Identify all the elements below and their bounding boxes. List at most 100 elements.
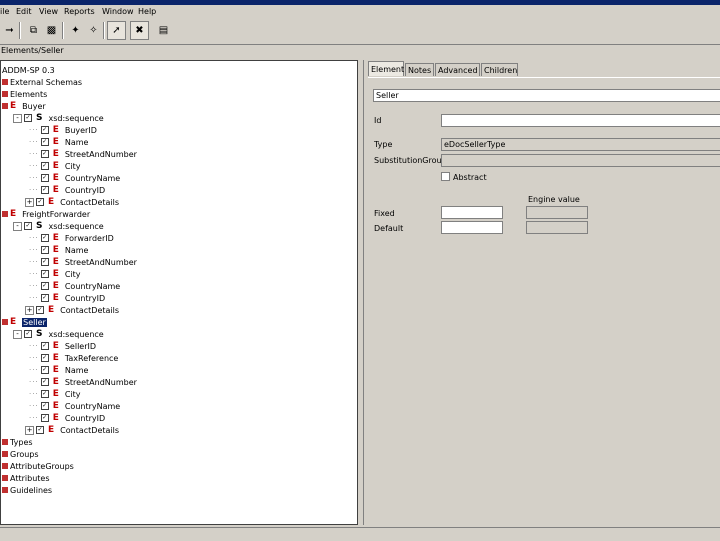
- wand-icon[interactable]: ✦: [66, 21, 85, 40]
- tree-child[interactable]: ··· ✓ E CountryName: [29, 400, 120, 412]
- expand-icon[interactable]: +: [25, 425, 34, 435]
- menu-reports[interactable]: Reports: [64, 7, 95, 16]
- menu-window[interactable]: Window: [102, 7, 134, 16]
- checkbox-icon[interactable]: ✓: [24, 114, 32, 122]
- menu-bar: ile Edit View Reports Window Help: [0, 5, 720, 19]
- pointer-icon[interactable]: ➚: [107, 21, 126, 40]
- tree-sequence[interactable]: - ✓ Sxsd:sequence: [13, 220, 104, 232]
- expand-icon[interactable]: +: [25, 197, 34, 207]
- checkbox-icon[interactable]: ✓: [40, 354, 49, 362]
- tree-child[interactable]: ··· ✓ E StreetAndNumber: [29, 148, 137, 160]
- tree-sequence[interactable]: - ✓ Sxsd:sequence: [13, 112, 104, 124]
- cross-icon[interactable]: ✖: [130, 21, 149, 40]
- type-label: Type: [374, 140, 393, 149]
- tree-child[interactable]: ··· ✓ E City: [29, 268, 81, 280]
- checkbox-icon[interactable]: ✓: [40, 366, 49, 374]
- tree-child[interactable]: ··· ✓ E City: [29, 160, 81, 172]
- tree-attribute-groups[interactable]: AttributeGroups: [2, 460, 74, 472]
- tree-guidelines[interactable]: Guidelines: [2, 484, 52, 496]
- tree-child[interactable]: ··· ✓ E CountryID: [29, 412, 105, 424]
- tree-child[interactable]: ··· ✓ E Name: [29, 136, 88, 148]
- tree-elements[interactable]: Elements: [2, 88, 47, 100]
- tree-child[interactable]: ··· ✓ E CountryID: [29, 184, 105, 196]
- menu-help[interactable]: Help: [138, 7, 156, 16]
- abstract-label: Abstract: [453, 173, 487, 182]
- checkbox-icon[interactable]: ✓: [40, 414, 49, 422]
- tree-child[interactable]: + ✓ E ContactDetails: [25, 304, 119, 316]
- tree-sequence[interactable]: - ✓ Sxsd:sequence: [13, 328, 104, 340]
- tree-child[interactable]: + ✓ E ContactDetails: [25, 424, 119, 436]
- tree-child[interactable]: ··· ✓ E CountryName: [29, 172, 120, 184]
- checkbox-icon[interactable]: ✓: [40, 342, 49, 350]
- default-field[interactable]: [441, 221, 503, 234]
- tree-element-freightforwarder[interactable]: E FreightForwarder: [2, 208, 90, 220]
- tree-element-seller[interactable]: E Seller: [2, 316, 47, 328]
- checkbox-icon[interactable]: ✓: [40, 282, 49, 290]
- tree-root[interactable]: ADDM-SP 0.3: [2, 64, 55, 76]
- tree-child[interactable]: ··· ✓ E CountryName: [29, 280, 120, 292]
- wand-alt-icon[interactable]: ✧: [84, 21, 103, 40]
- menu-view[interactable]: View: [39, 7, 58, 16]
- expand-icon[interactable]: [2, 319, 8, 325]
- checkbox-icon[interactable]: ✓: [40, 186, 49, 194]
- tree-child[interactable]: ··· ✓ E TaxReference: [29, 352, 118, 364]
- checkbox-icon[interactable]: ✓: [36, 426, 44, 434]
- collapse-icon[interactable]: -: [13, 113, 22, 123]
- paste-icon[interactable]: ▩: [42, 21, 61, 40]
- tree-groups[interactable]: Groups: [2, 448, 39, 460]
- id-field[interactable]: [441, 114, 720, 127]
- checkbox-icon[interactable]: ✓: [40, 234, 49, 242]
- schema-tree[interactable]: ADDM-SP 0.3 External Schemas Elements EB…: [0, 60, 358, 525]
- checkbox-icon[interactable]: ✓: [40, 162, 49, 170]
- type-field[interactable]: eDocSellerType: [441, 138, 720, 151]
- arrow-right-icon[interactable]: ➞: [0, 21, 19, 40]
- checkbox-icon[interactable]: ✓: [40, 246, 49, 254]
- collapse-icon[interactable]: -: [13, 221, 22, 231]
- tab-element[interactable]: Element: [368, 61, 404, 76]
- name-field[interactable]: Seller: [373, 89, 720, 102]
- tree-child[interactable]: ··· ✓ E SellerID: [29, 340, 96, 352]
- expand-icon[interactable]: [2, 103, 8, 109]
- properties-icon[interactable]: ▤: [154, 21, 173, 40]
- checkbox-icon[interactable]: ✓: [40, 270, 49, 278]
- checkbox-icon[interactable]: ✓: [36, 306, 44, 314]
- tree-external-schemas[interactable]: External Schemas: [2, 76, 82, 88]
- tree-child[interactable]: ··· ✓ E Name: [29, 364, 88, 376]
- tree-child[interactable]: ··· ✓ E CountryID: [29, 292, 105, 304]
- tree-child[interactable]: ··· ✓ E StreetAndNumber: [29, 256, 137, 268]
- checkbox-icon[interactable]: ✓: [40, 174, 49, 182]
- checkbox-icon[interactable]: ✓: [40, 378, 49, 386]
- substitution-group-field[interactable]: [441, 154, 720, 167]
- tree-child[interactable]: ··· ✓ E BuyerID: [29, 124, 97, 136]
- expand-icon[interactable]: [2, 211, 8, 217]
- checkbox-icon[interactable]: ✓: [40, 390, 49, 398]
- tree-child[interactable]: ··· ✓ E City: [29, 388, 81, 400]
- checkbox-icon[interactable]: ✓: [24, 330, 32, 338]
- checkbox-icon[interactable]: ✓: [40, 258, 49, 266]
- copy-icon[interactable]: ⧉: [24, 21, 43, 40]
- tree-types[interactable]: Types: [2, 436, 33, 448]
- checkbox-icon[interactable]: ✓: [40, 150, 49, 158]
- fixed-field[interactable]: [441, 206, 503, 219]
- menu-edit[interactable]: Edit: [16, 7, 32, 16]
- checkbox-icon[interactable]: ✓: [40, 294, 49, 302]
- tree-child[interactable]: ··· ✓ E Name: [29, 244, 88, 256]
- tree-attributes[interactable]: Attributes: [2, 472, 50, 484]
- tab-notes[interactable]: Notes: [405, 63, 434, 76]
- checkbox-icon[interactable]: ✓: [40, 126, 49, 134]
- checkbox-icon[interactable]: ✓: [24, 222, 32, 230]
- tree-child[interactable]: ··· ✓ E ForwarderID: [29, 232, 114, 244]
- collapse-icon[interactable]: -: [13, 329, 22, 339]
- tree-child[interactable]: ··· ✓ E StreetAndNumber: [29, 376, 137, 388]
- element-icon: E: [48, 305, 55, 315]
- menu-file[interactable]: ile: [0, 7, 9, 16]
- tab-children[interactable]: Children: [481, 63, 518, 76]
- checkbox-icon[interactable]: ✓: [36, 198, 44, 206]
- abstract-checkbox[interactable]: [441, 172, 450, 181]
- tab-advanced[interactable]: Advanced: [435, 63, 480, 76]
- checkbox-icon[interactable]: ✓: [40, 138, 49, 146]
- tree-element-buyer[interactable]: E Buyer: [2, 100, 46, 112]
- expand-icon[interactable]: +: [25, 305, 34, 315]
- tree-child[interactable]: + ✓ E ContactDetails: [25, 196, 119, 208]
- checkbox-icon[interactable]: ✓: [40, 402, 49, 410]
